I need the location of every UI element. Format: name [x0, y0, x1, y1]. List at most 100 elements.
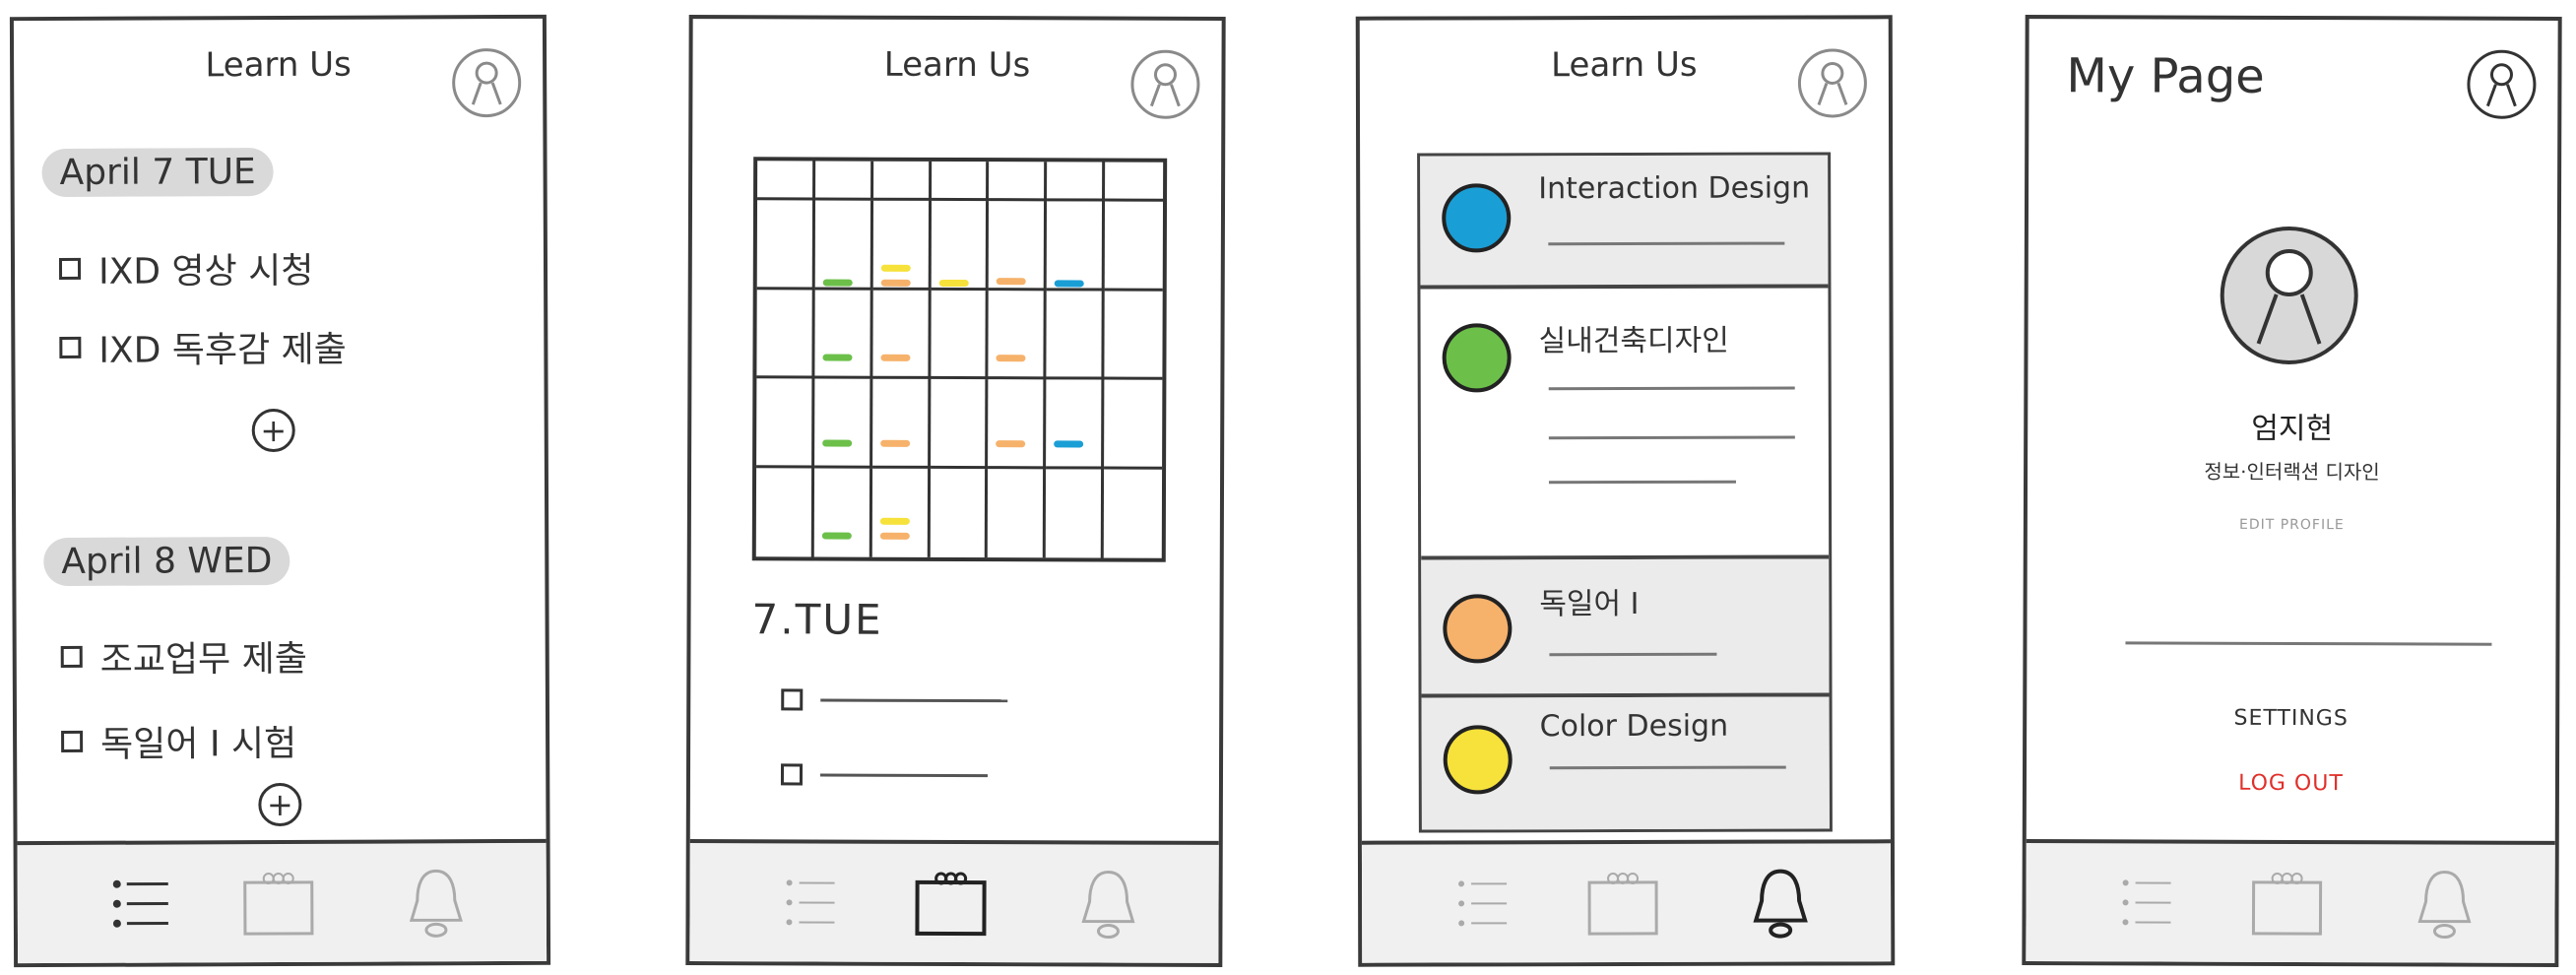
calendar-day-cell[interactable]: [814, 200, 873, 291]
plus-icon: +: [260, 411, 288, 450]
event-marker: [997, 278, 1027, 286]
calendar-header-cell: [872, 161, 932, 201]
calendar-day-cell[interactable]: [931, 200, 990, 291]
nav-list-tab[interactable]: [106, 864, 185, 942]
add-todo-button[interactable]: +: [251, 408, 295, 453]
calendar-day-cell[interactable]: [988, 468, 1047, 558]
course-desc-line: [1548, 241, 1785, 246]
settings-button[interactable]: SETTINGS: [2027, 705, 2555, 732]
month-calendar: [751, 157, 1168, 562]
page-title: My Page: [2066, 48, 2265, 104]
calendar-day-cell[interactable]: [988, 290, 1047, 380]
bell-icon: [1753, 869, 1808, 939]
event-marker: [996, 354, 1026, 361]
edit-profile-link[interactable]: EDIT PROFILE: [2028, 516, 2556, 534]
event-marker: [821, 532, 852, 540]
nav-calendar-tab[interactable]: [239, 864, 318, 942]
course-title: 실내건축디자인: [1538, 323, 1729, 359]
phone-todo-screen: Learn Us April 7 TUE IXD 영상 시청 IXD 독후감 제…: [9, 14, 551, 968]
checkbox[interactable]: [60, 645, 83, 668]
course-card[interactable]: Interaction Design: [1420, 155, 1829, 290]
list-icon: [112, 879, 168, 928]
calendar-day-cell[interactable]: [871, 468, 931, 557]
todo-label: IXD 독후감 제출: [98, 329, 347, 371]
nav-list-tab[interactable]: [2114, 863, 2193, 942]
calendar-day-cell[interactable]: [872, 290, 932, 379]
nav-notifications-tab[interactable]: [1741, 863, 1820, 942]
day-task-item[interactable]: [780, 763, 988, 786]
event-marker: [821, 439, 853, 447]
todo-item[interactable]: IXD 독후감 제출: [59, 321, 347, 373]
nav-notifications-tab[interactable]: [1068, 864, 1147, 942]
calendar-day-cell[interactable]: [1104, 201, 1164, 292]
course-desc-line: [1548, 435, 1795, 440]
checkbox[interactable]: [59, 336, 82, 358]
calendar-day-cell[interactable]: [930, 290, 990, 380]
calendar-header-cell: [989, 162, 1048, 202]
checkbox[interactable]: [780, 763, 804, 786]
calendar-day-cell[interactable]: [756, 289, 815, 379]
calendar-icon: [2251, 872, 2323, 936]
profile-avatar-button[interactable]: [452, 47, 522, 118]
nav-calendar-tab[interactable]: [2247, 864, 2326, 942]
logout-button[interactable]: LOG OUT: [2027, 770, 2555, 797]
course-title: Color Design: [1539, 708, 1729, 745]
calendar-day-cell[interactable]: [1046, 379, 1105, 470]
calendar-header-cell: [757, 161, 816, 201]
calendar-day-cell[interactable]: [1046, 290, 1105, 380]
day-task-item[interactable]: [781, 688, 1008, 711]
calendar-day-cell[interactable]: [814, 289, 873, 379]
person-icon: [1817, 61, 1848, 105]
profile-avatar-button[interactable]: [2467, 49, 2537, 119]
profile-avatar-button[interactable]: [1130, 49, 1200, 119]
calendar-day-cell[interactable]: [1104, 379, 1163, 470]
selected-day-heading: 7.TUE: [751, 595, 883, 644]
nav-list-tab[interactable]: [1450, 864, 1529, 942]
date-header: April 7 TUE: [41, 148, 274, 198]
todo-item[interactable]: 조교업무 제출: [60, 630, 307, 682]
nav-notifications-tab[interactable]: [397, 863, 476, 942]
nav-calendar-tab[interactable]: [911, 864, 990, 942]
calendar-day-cell[interactable]: [871, 378, 931, 469]
calendar-day-cell[interactable]: [1046, 201, 1106, 292]
calendar-day-cell[interactable]: [756, 200, 815, 290]
add-todo-button[interactable]: +: [258, 782, 302, 827]
calendar-day-cell[interactable]: [872, 200, 932, 291]
course-card[interactable]: Color Design: [1421, 696, 1830, 833]
calendar-day-cell[interactable]: [1104, 469, 1162, 558]
calendar-day-cell[interactable]: [988, 379, 1047, 469]
list-icon: [1458, 880, 1508, 927]
checkbox[interactable]: [61, 730, 84, 752]
calendar-day-cell[interactable]: [813, 378, 873, 469]
calendar-header-cell: [1105, 162, 1164, 202]
calendar-day-cell[interactable]: [930, 378, 989, 469]
profile-picture: [2220, 226, 2358, 365]
course-card[interactable]: 실내건축디자인: [1420, 288, 1830, 560]
calendar-day-cell[interactable]: [756, 378, 815, 468]
calendar-day-cell[interactable]: [1104, 291, 1163, 380]
calendar-day-cell[interactable]: [989, 201, 1048, 291]
person-icon: [2256, 248, 2322, 345]
checkbox[interactable]: [58, 257, 82, 280]
divider: [2125, 641, 2492, 646]
person-icon: [471, 61, 502, 105]
todo-label: IXD 영상 시청: [97, 250, 314, 292]
event-marker: [996, 440, 1026, 448]
bell-icon: [1081, 871, 1135, 940]
todo-item[interactable]: IXD 영상 시청: [58, 242, 314, 294]
calendar-day-cell[interactable]: [930, 468, 989, 558]
calendar-day-cell[interactable]: [1046, 468, 1105, 558]
nav-list-tab[interactable]: [778, 863, 857, 942]
event-marker: [880, 264, 911, 272]
checkbox[interactable]: [781, 688, 804, 711]
nav-calendar-tab[interactable]: [1583, 864, 1662, 942]
person-icon: [2485, 63, 2517, 107]
profile-avatar-button[interactable]: [1797, 48, 1868, 118]
calendar-day-cell[interactable]: [755, 467, 814, 557]
course-color-dot: [1442, 183, 1512, 253]
nav-notifications-tab[interactable]: [2405, 864, 2483, 942]
todo-item[interactable]: 독일어 I 시험: [61, 715, 296, 767]
calendar-day-cell[interactable]: [813, 467, 872, 557]
course-card[interactable]: 독일어 I: [1421, 558, 1830, 698]
bottom-nav: [689, 839, 1219, 963]
